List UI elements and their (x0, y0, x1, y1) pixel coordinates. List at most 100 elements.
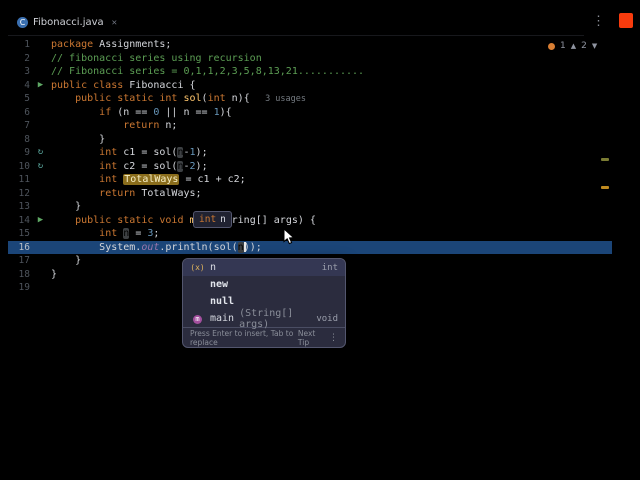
line-number: 4 (24, 79, 30, 91)
line-number: 2 (24, 52, 30, 64)
line-number: 9 (24, 147, 30, 158)
completion-type: int (321, 262, 338, 273)
gutter-spacer (30, 173, 51, 187)
code-line[interactable]: 12 return TotalWays; (8, 187, 612, 201)
completion-type: void (316, 313, 338, 324)
run-icon[interactable]: ▶ (30, 79, 51, 93)
completion-item[interactable]: new (183, 276, 345, 293)
kebab-menu-icon[interactable]: ⋮ (592, 14, 605, 29)
parameter-icon: (x) (190, 263, 205, 272)
footer-next-tip[interactable]: Next Tip (298, 329, 323, 347)
line-number: 16 (18, 241, 30, 253)
code-text: } (51, 268, 58, 280)
code-text: return TotalWays; (99, 187, 202, 199)
gutter-spacer (30, 38, 51, 52)
code-line[interactable]: 4 ▶ public class Fibonacci { (8, 79, 612, 93)
line-number: 11 (18, 174, 30, 185)
code-text: public static int sol(int n){ 3 usages (75, 93, 307, 104)
gutter-spacer (30, 200, 51, 214)
code-text: // fibonacci series using recursion (51, 52, 262, 64)
code-line[interactable]: 9 ↻ int c1 = sol(n-1); (8, 146, 612, 160)
code-line[interactable]: 3 // Fibonacci series = 0,1,1,2,3,5,8,13,… (8, 65, 612, 79)
editor-tab-bar: C Fibonacci.java ✕ (8, 10, 584, 36)
gutter-spacer (30, 227, 51, 241)
mouse-cursor (283, 228, 295, 245)
code-text: public class Fibonacci { (51, 79, 196, 91)
completion-item[interactable]: m main (String[] args) void (183, 307, 345, 330)
line-number: 19 (18, 282, 30, 293)
line-number: 14 (18, 214, 30, 226)
close-icon[interactable]: ✕ (112, 18, 117, 28)
line-number: 6 (24, 106, 30, 118)
code-line[interactable]: 14▶ public static void main(String[] arg… (8, 214, 612, 228)
param-hint-tooltip: int n (193, 211, 232, 228)
line-number: 17 (18, 255, 30, 266)
tooltip-param-type: int (199, 214, 217, 225)
code-line[interactable]: 16 System.out.println(sol(n)); (8, 240, 612, 255)
code-text: int n = 3; (99, 228, 160, 239)
text-caret (244, 242, 246, 252)
code-text: } (51, 133, 106, 145)
completion-item[interactable]: (x) n int (183, 259, 345, 276)
code-text: int c1 = sol(n-1); (99, 147, 208, 158)
code-line[interactable]: 7 return n; (8, 119, 612, 133)
gutter-spacer (30, 281, 51, 295)
code-text: } (51, 255, 82, 266)
code-text: int c2 = sol(n-2); (99, 160, 208, 172)
code-line[interactable]: 13 } (8, 200, 612, 214)
gutter-spacer (30, 106, 51, 120)
line-number: 3 (24, 66, 30, 77)
gutter-spacer (30, 52, 51, 66)
line-number: 13 (18, 201, 30, 212)
line-number: 7 (24, 120, 30, 131)
code-text: } (51, 201, 82, 212)
line-number: 8 (24, 133, 30, 145)
completion-footer: Press Enter to insert, Tab to replace Ne… (183, 327, 345, 347)
code-text: package Assignments; (51, 39, 172, 50)
code-text: // Fibonacci series = 0,1,1,2,3,5,8,13,2… (51, 66, 365, 77)
completion-popup: (x) n int new null m main (String[] args) void P… (182, 258, 346, 348)
ide-window: C Fibonacci.java ✕ ⋮ 1 ▲ 2 ▼ 1 package As… (0, 0, 640, 480)
scrollbar-warning-mark-2[interactable] (601, 186, 609, 189)
line-number: 1 (24, 39, 30, 50)
java-class-icon: C (17, 17, 28, 28)
code-text: return n; (123, 120, 178, 131)
line-number: 18 (18, 268, 30, 280)
code-lines: 1 package Assignments; 2 // fibonacci serie… (8, 38, 612, 295)
tab-label: Fibonacci.java (33, 17, 104, 28)
code-text: System.out.println(sol(n)); (99, 241, 262, 253)
code-text: if (n == 0 || n == 1){ (99, 106, 232, 118)
tab-fibonacci-java[interactable]: C Fibonacci.java ✕ (8, 10, 126, 35)
code-line[interactable]: 1 package Assignments; (8, 38, 612, 52)
gutter-spacer (30, 119, 51, 133)
code-line[interactable]: 15 int n = 3; (8, 227, 612, 241)
tooltip-param-name: n (220, 214, 226, 225)
gutter-spacer (30, 133, 51, 147)
completion-label: main (210, 313, 235, 324)
code-line[interactable]: 10 ↻ int c2 = sol(n-2); (8, 160, 612, 174)
completion-list: (x) n int new null m main (String[] args) void (183, 259, 345, 330)
code-text: public static void main(String[] args) { (75, 214, 316, 226)
code-line[interactable]: 6 if (n == 0 || n == 1){ (8, 106, 612, 120)
gutter-spacer (30, 241, 51, 255)
more-options-icon[interactable]: ⋮ (329, 333, 338, 343)
gutter-spacer (30, 187, 51, 201)
code-line[interactable]: 8 } (8, 133, 612, 147)
code-line[interactable]: 5 public static int sol(int n){ 3 usages (8, 92, 612, 106)
code-line[interactable]: 2 // fibonacci series using recursion (8, 52, 612, 66)
recursive-call-icon[interactable]: ↻ (30, 160, 51, 174)
method-icon: m (190, 313, 205, 324)
footer-hint: Press Enter to insert, Tab to replace (190, 328, 294, 347)
code-line[interactable]: 11 int TotalWays = c1 + c2; (8, 173, 612, 187)
completion-detail: (String[] args) (239, 307, 294, 330)
line-number: 10 (18, 160, 30, 172)
gutter-spacer (30, 65, 51, 79)
gutter-spacer (30, 268, 51, 282)
completion-label: n (210, 262, 217, 273)
line-number: 12 (18, 187, 30, 199)
line-number: 15 (18, 228, 30, 239)
recording-indicator (619, 13, 633, 28)
recursive-call-icon[interactable]: ↻ (30, 146, 51, 160)
run-icon[interactable]: ▶ (30, 214, 51, 228)
scrollbar-warning-mark-1[interactable] (601, 158, 609, 161)
